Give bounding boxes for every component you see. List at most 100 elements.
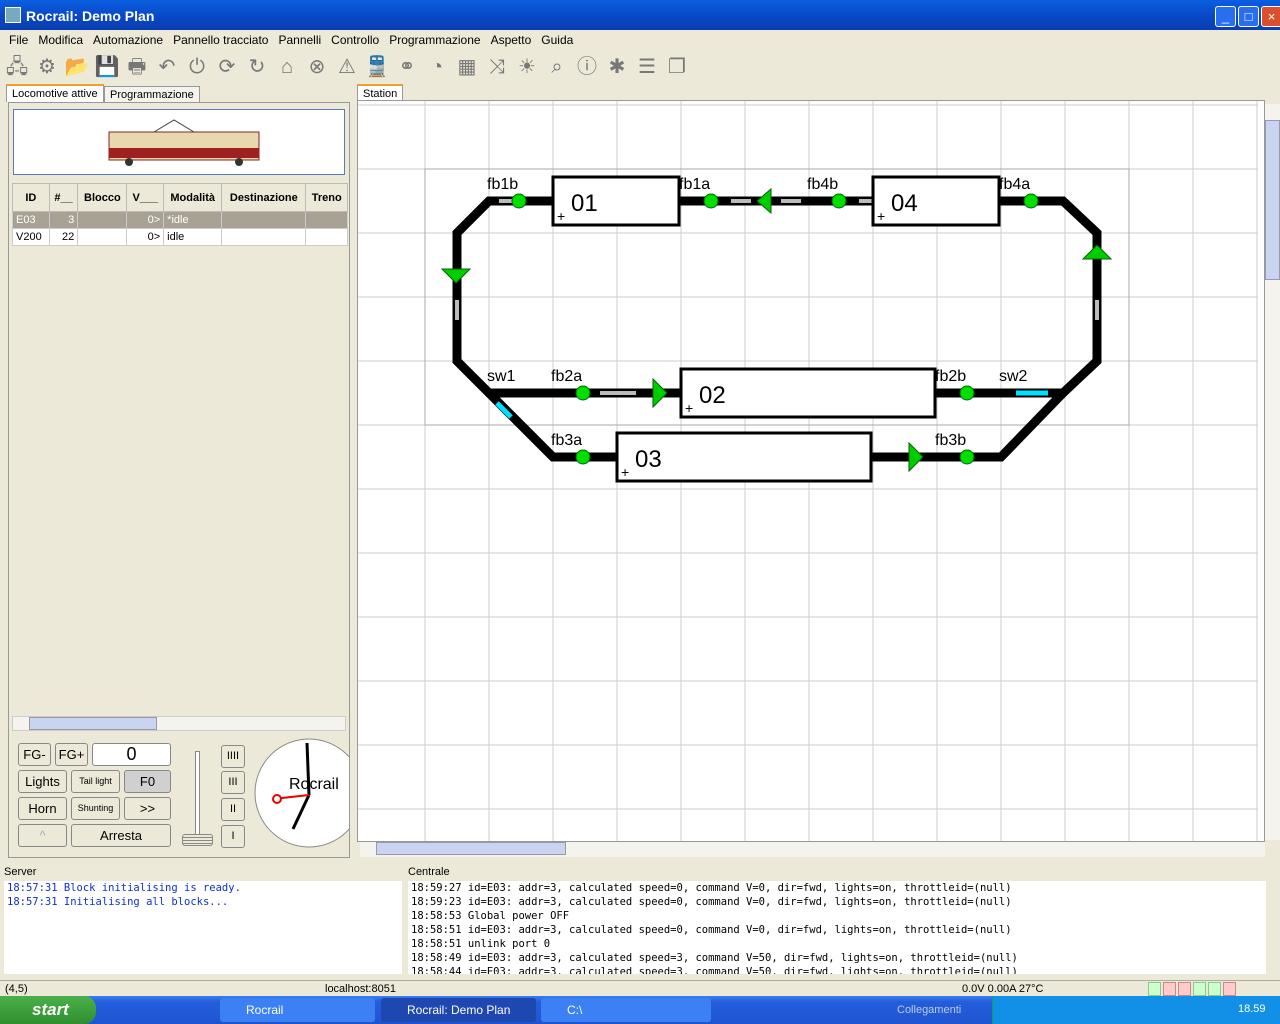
sensor-fb3b[interactable] bbox=[959, 449, 975, 465]
task-demo-plan[interactable]: Rocrail: Demo Plan bbox=[381, 998, 536, 1022]
undo-icon[interactable]: ↶ bbox=[154, 54, 180, 80]
block-plus[interactable]: + bbox=[877, 208, 885, 224]
train-icon[interactable]: 🚆 bbox=[364, 54, 390, 80]
column-header[interactable]: Modalità bbox=[163, 183, 223, 212]
speed-slider-handle[interactable] bbox=[182, 834, 213, 846]
column-header[interactable]: Destinazione bbox=[221, 183, 307, 212]
block-plus[interactable]: + bbox=[557, 208, 565, 224]
menu-pannello-tracciato[interactable]: Pannello tracciato bbox=[168, 30, 273, 50]
stop-icon[interactable]: ⊗ bbox=[304, 54, 330, 80]
block-plus[interactable]: + bbox=[621, 464, 629, 480]
f0-button[interactable]: F0 bbox=[124, 770, 171, 793]
bug-icon[interactable]: ✱ bbox=[604, 54, 630, 80]
minimize-button[interactable]: _ bbox=[1215, 6, 1236, 27]
sensor-label[interactable]: fb1a bbox=[679, 176, 710, 193]
home-icon[interactable]: ⌂ bbox=[274, 54, 300, 80]
open-icon[interactable]: 📂 bbox=[64, 54, 90, 80]
menu-file[interactable]: File bbox=[4, 30, 33, 50]
menu-pannelli[interactable]: Pannelli bbox=[273, 30, 326, 50]
sensor-fb4b[interactable] bbox=[831, 193, 847, 209]
tab-active-locos[interactable]: Locomotive attive bbox=[6, 84, 104, 102]
column-header[interactable]: V___ bbox=[126, 183, 165, 212]
speed-slider-track[interactable] bbox=[195, 751, 200, 839]
menu-guida[interactable]: Guida bbox=[536, 30, 578, 50]
block-label[interactable]: 04 bbox=[891, 190, 918, 217]
stop-button[interactable]: Arresta bbox=[71, 824, 171, 847]
signal-arrow[interactable] bbox=[908, 441, 924, 473]
maximize-button[interactable]: □ bbox=[1238, 6, 1259, 27]
table-row[interactable]: E03 3 0> *idle bbox=[12, 211, 348, 229]
save-icon[interactable]: 💾 bbox=[94, 54, 120, 80]
search-icon[interactable]: ⌕ bbox=[544, 54, 570, 80]
sensor-fb2a[interactable] bbox=[575, 385, 591, 401]
fg-plus-button[interactable]: FG+ bbox=[55, 743, 88, 766]
sensor-label[interactable]: fb4b bbox=[807, 176, 838, 193]
horn-button[interactable]: Horn bbox=[18, 797, 67, 820]
task-console[interactable]: C:\ bbox=[541, 998, 711, 1022]
vertical-scrollbar[interactable] bbox=[1265, 104, 1280, 840]
tail-light-button[interactable]: Tail light bbox=[71, 770, 120, 793]
step-1-button[interactable]: I bbox=[221, 825, 245, 848]
network-icon[interactable]: 🖧 bbox=[4, 54, 30, 80]
sensor-fb3a[interactable] bbox=[575, 449, 591, 465]
warning-icon[interactable]: ⚠ bbox=[334, 54, 360, 80]
lights-button[interactable]: Lights bbox=[18, 770, 67, 793]
column-header[interactable]: Treno bbox=[305, 183, 348, 212]
menu-modifica[interactable]: Modifica bbox=[33, 30, 88, 50]
menu-controllo[interactable]: Controllo bbox=[326, 30, 384, 50]
direction-button[interactable]: ^ bbox=[18, 824, 67, 847]
next-functions-button[interactable]: >> bbox=[124, 797, 171, 820]
refresh-icon[interactable]: ↻ bbox=[244, 54, 270, 80]
list-icon[interactable]: ☰ bbox=[634, 54, 660, 80]
sensor-label[interactable]: fb3a bbox=[551, 432, 582, 449]
fg-minus-button[interactable]: FG- bbox=[18, 743, 51, 766]
sync-icon[interactable]: ⟳ bbox=[214, 54, 240, 80]
sensor-label[interactable]: fb2b bbox=[935, 368, 966, 385]
links-toolbar[interactable]: Collegamenti bbox=[897, 1004, 961, 1016]
sensor-fb1b[interactable] bbox=[511, 193, 527, 209]
grid-icon[interactable]: ▦ bbox=[454, 54, 480, 80]
sensor-fb4a[interactable] bbox=[1023, 193, 1039, 209]
step-3-button[interactable]: III bbox=[221, 771, 245, 794]
block-label[interactable]: 02 bbox=[699, 382, 726, 409]
block-label[interactable]: 03 bbox=[635, 446, 662, 473]
sensor-label[interactable]: fb1b bbox=[487, 176, 518, 193]
sensor-label[interactable]: fb3b bbox=[935, 432, 966, 449]
light-icon[interactable]: ☀ bbox=[514, 54, 540, 80]
sensor-fb1a[interactable] bbox=[703, 193, 719, 209]
block-label[interactable]: 01 bbox=[571, 190, 598, 217]
sensor-fb2b[interactable] bbox=[959, 385, 975, 401]
sensor-label[interactable]: fb2a bbox=[551, 368, 582, 385]
shuffle-icon[interactable]: ⤨ bbox=[484, 54, 510, 80]
close-button[interactable]: × bbox=[1261, 6, 1280, 27]
menu-programmazione[interactable]: Programmazione bbox=[384, 30, 485, 50]
switch-label[interactable]: sw1 bbox=[487, 368, 516, 385]
signal-arrow[interactable] bbox=[1081, 244, 1113, 260]
signal-arrow[interactable] bbox=[756, 187, 772, 215]
signal-arrow[interactable] bbox=[440, 268, 472, 284]
locos-icon[interactable]: ⚭ bbox=[394, 54, 420, 80]
table-row[interactable]: V200 22 0> idle bbox=[12, 228, 348, 246]
switch-label[interactable]: sw2 bbox=[999, 368, 1028, 385]
pages-icon[interactable]: ❐ bbox=[664, 54, 690, 80]
speedometer-icon[interactable]: ◔ bbox=[424, 54, 450, 80]
step-2-button[interactable]: II bbox=[221, 798, 245, 821]
column-header[interactable]: Blocco bbox=[77, 183, 128, 212]
task-rocrail[interactable]: Rocrail bbox=[220, 998, 375, 1022]
menu-automazione[interactable]: Automazione bbox=[88, 30, 168, 50]
block-plus[interactable]: + bbox=[685, 400, 693, 416]
step-4-button[interactable]: IIII bbox=[221, 745, 245, 768]
column-header[interactable]: #__ bbox=[48, 183, 79, 212]
plan-horizontal-scrollbar[interactable] bbox=[360, 842, 1265, 857]
column-header[interactable]: ID bbox=[12, 183, 50, 212]
signal-arrow[interactable] bbox=[652, 377, 668, 409]
sensor-label[interactable]: fb4a bbox=[999, 176, 1030, 193]
print-icon[interactable]: 🖶 bbox=[124, 54, 150, 80]
horizontal-scrollbar[interactable] bbox=[12, 716, 346, 731]
shunting-button[interactable]: Shunting bbox=[71, 797, 120, 820]
gears-icon[interactable]: ⚙ bbox=[34, 54, 60, 80]
power-icon[interactable]: ⏻ bbox=[184, 54, 210, 80]
start-button[interactable]: start bbox=[0, 996, 96, 1024]
info-icon[interactable]: ⓘ bbox=[574, 54, 600, 80]
menu-aspetto[interactable]: Aspetto bbox=[486, 30, 537, 50]
